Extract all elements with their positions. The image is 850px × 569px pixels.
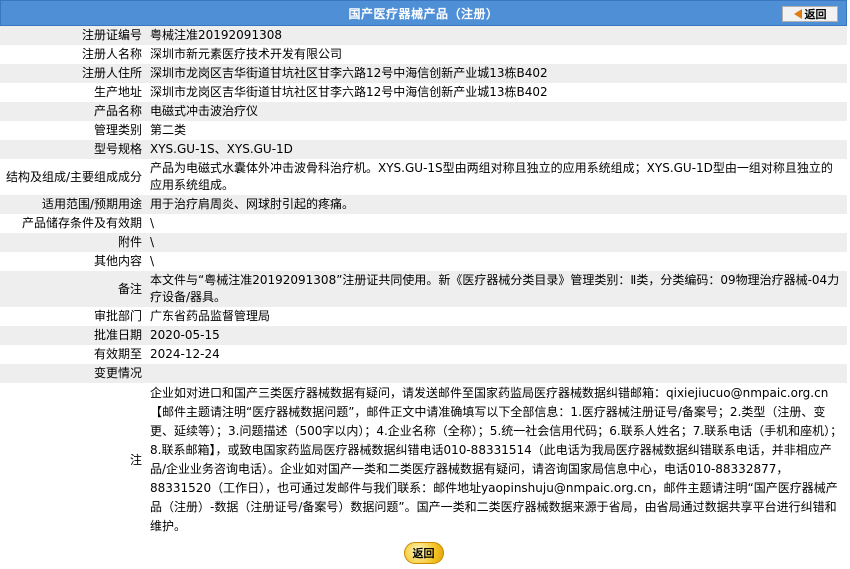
table-row: 其他内容 \ xyxy=(0,252,847,271)
table-row: 生产地址 深圳市龙岗区吉华街道甘坑社区甘李六路12号中海信创新产业城13栋B402 xyxy=(0,83,847,102)
table-row: 注册证编号 粤械注准20192091308 xyxy=(0,26,847,45)
field-value: 产品为电磁式水囊体外冲击波骨科治疗机。XYS.GU-1S型由两组对称且独立的应用… xyxy=(146,159,847,195)
table-row: 注册人住所 深圳市龙岗区吉华街道甘坑社区甘李六路12号中海信创新产业城13栋B40… xyxy=(0,64,847,83)
field-value: 深圳市龙岗区吉华街道甘坑社区甘李六路12号中海信创新产业城13栋B402 xyxy=(146,64,847,83)
field-value: \ xyxy=(146,252,847,271)
table-row: 注册人名称 深圳市新元素医疗技术开发有限公司 xyxy=(0,45,847,64)
table-row: 变更情况 xyxy=(0,364,847,383)
field-label: 型号规格 xyxy=(0,140,146,159)
note-row: 注企业如对进口和国产三类医疗器械数据有疑问，请发送邮件至国家药监局医疗器械数据纠… xyxy=(0,383,847,537)
field-value: 第二类 xyxy=(146,121,847,140)
field-label: 审批部门 xyxy=(0,307,146,326)
field-label: 附件 xyxy=(0,233,146,252)
field-value: 广东省药品监督管理局 xyxy=(146,307,847,326)
back-button-bottom-label: 返回 xyxy=(412,547,435,560)
table-row: 管理类别 第二类 xyxy=(0,121,847,140)
table-row: 备注 本文件与“粤械注准20192091308”注册证共同使用。新《医疗器械分类目… xyxy=(0,271,847,307)
field-value: 深圳市龙岗区吉华街道甘坑社区甘李六路12号中海信创新产业城13栋B402 xyxy=(146,83,847,102)
back-button-top[interactable]: 返回 xyxy=(782,6,838,22)
back-button-label: 返回 xyxy=(804,8,827,21)
table-row: 型号规格 XYS.GU-1S、XYS.GU-1D xyxy=(0,140,847,159)
field-label: 生产地址 xyxy=(0,83,146,102)
field-value: 本文件与“粤械注准20192091308”注册证共同使用。新《医疗器械分类目录》… xyxy=(146,271,847,307)
table-row: 附件 \ xyxy=(0,233,847,252)
table-row: 产品名称 电磁式冲击波治疗仪 xyxy=(0,102,847,121)
back-arrow-icon xyxy=(793,9,802,19)
field-label: 注册人名称 xyxy=(0,45,146,64)
table-row: 结构及组成/主要组成成分 产品为电磁式水囊体外冲击波骨科治疗机。XYS.GU-1S… xyxy=(0,159,847,195)
back-button-bottom[interactable]: 返回 xyxy=(403,542,444,564)
note-label: 注 xyxy=(0,383,146,537)
table-row: 批准日期 2020-05-15 xyxy=(0,326,847,345)
field-label: 适用范围/预期用途 xyxy=(0,195,146,214)
field-label: 产品名称 xyxy=(0,102,146,121)
field-value xyxy=(146,364,847,383)
field-value: \ xyxy=(146,214,847,233)
note-text: 企业如对进口和国产三类医疗器械数据有疑问，请发送邮件至国家药监局医疗器械数据纠错… xyxy=(146,383,847,537)
field-value: 用于治疗肩周炎、网球肘引起的疼痛。 xyxy=(146,195,847,214)
field-label: 其他内容 xyxy=(0,252,146,271)
page-header: 国产医疗器械产品（注册） 返回 xyxy=(0,0,847,26)
field-label: 结构及组成/主要组成成分 xyxy=(0,159,146,195)
field-value: 粤械注准20192091308 xyxy=(146,26,847,45)
field-value: 深圳市新元素医疗技术开发有限公司 xyxy=(146,45,847,64)
field-label: 有效期至 xyxy=(0,345,146,364)
table-row: 有效期至 2024-12-24 xyxy=(0,345,847,364)
page-title: 国产医疗器械产品（注册） xyxy=(348,6,499,21)
field-value: 电磁式冲击波治疗仪 xyxy=(146,102,847,121)
field-label: 注册证编号 xyxy=(0,26,146,45)
field-label: 变更情况 xyxy=(0,364,146,383)
table-row: 审批部门 广东省药品监督管理局 xyxy=(0,307,847,326)
field-value: 2020-05-15 xyxy=(146,326,847,345)
field-value: 2024-12-24 xyxy=(146,345,847,364)
field-label: 备注 xyxy=(0,271,146,307)
field-value: XYS.GU-1S、XYS.GU-1D xyxy=(146,140,847,159)
detail-panel: 国产医疗器械产品（注册） 返回 注册证编号 粤械注准20192091308 注册人名… xyxy=(0,0,847,569)
field-label: 管理类别 xyxy=(0,121,146,140)
detail-table: 注册证编号 粤械注准20192091308 注册人名称 深圳市新元素医疗技术开发有限公… xyxy=(0,26,847,537)
field-label: 批准日期 xyxy=(0,326,146,345)
table-row: 适用范围/预期用途 用于治疗肩周炎、网球肘引起的疼痛。 xyxy=(0,195,847,214)
field-label: 注册人住所 xyxy=(0,64,146,83)
field-value: \ xyxy=(146,233,847,252)
table-row: 产品储存条件及有效期 \ xyxy=(0,214,847,233)
field-label: 产品储存条件及有效期 xyxy=(0,214,146,233)
